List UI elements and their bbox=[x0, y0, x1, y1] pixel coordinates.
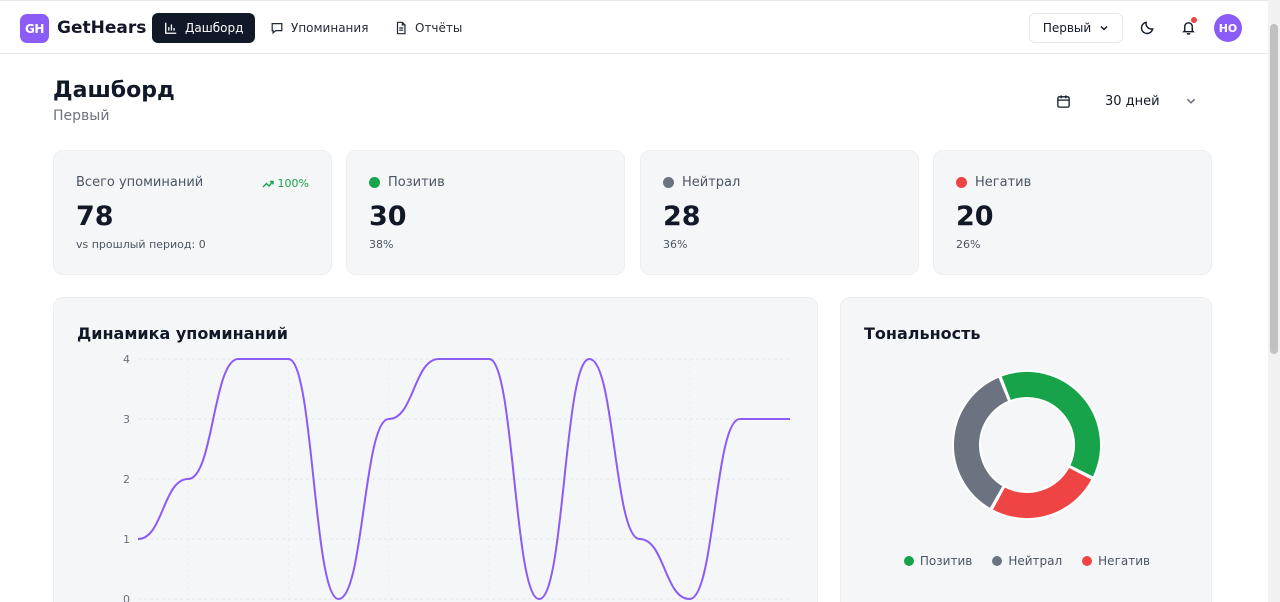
stat-positive-percent: 38% bbox=[369, 238, 394, 251]
y-tick-label: 0 bbox=[123, 593, 130, 602]
chevron-down-icon bbox=[1186, 98, 1196, 104]
stat-total-value: 78 bbox=[76, 201, 114, 232]
document-icon bbox=[396, 21, 406, 35]
stat-negative-percent: 26% bbox=[956, 238, 981, 251]
nav-reports-label: Отчёты bbox=[415, 21, 463, 35]
stat-total-sub: vs прошлый период: 0 bbox=[76, 238, 206, 251]
scrollbar-thumb[interactable] bbox=[1270, 24, 1278, 354]
legend-negative-dot bbox=[1082, 556, 1093, 566]
dynamics-chart-card: Динамика упоминаний 01234 bbox=[53, 297, 818, 602]
project-select-value: Первый bbox=[1042, 21, 1092, 35]
legend-positive-dot bbox=[903, 556, 914, 566]
stat-negative-label: Негатив bbox=[975, 175, 1032, 190]
negative-dot bbox=[956, 177, 967, 188]
chevron-down-icon bbox=[1100, 25, 1108, 31]
mentions-line-chart: 0 1 2 3 4 bbox=[123, 353, 790, 602]
legend-positive-label: Позитив bbox=[919, 554, 973, 568]
legend-item-positive[interactable]: Позитив bbox=[903, 554, 973, 568]
stat-positive-label: Позитив bbox=[388, 175, 445, 190]
moon-icon bbox=[1140, 20, 1154, 34]
page-title: Дашборд bbox=[53, 78, 175, 103]
donut-slice-Негатив[interactable] bbox=[990, 465, 1095, 520]
trend-badge: 100% bbox=[262, 177, 309, 190]
notifications-button[interactable] bbox=[1178, 17, 1198, 37]
stat-neutral-value: 28 bbox=[663, 201, 701, 232]
stat-neutral-percent: 36% bbox=[663, 238, 688, 251]
y-tick-label: 2 bbox=[123, 473, 130, 486]
message-icon bbox=[271, 23, 283, 35]
period-select[interactable]: 30 дней bbox=[1050, 88, 1210, 116]
legend-neutral-dot bbox=[992, 556, 1003, 566]
notification-dot bbox=[1191, 17, 1197, 23]
calendar-icon bbox=[1057, 95, 1070, 108]
tonality-legend: Позитив Нейтрал Негатив bbox=[841, 554, 1213, 568]
donut-slice-Нейтрал[interactable] bbox=[952, 375, 1011, 511]
stat-card-positive: Позитив 30 38% bbox=[346, 150, 625, 275]
legend-neutral-label: Нейтрал bbox=[1008, 554, 1063, 568]
page-scrollbar[interactable] bbox=[1268, 0, 1280, 602]
project-select[interactable]: Первый bbox=[1029, 13, 1123, 43]
nav-reports[interactable]: Отчёты bbox=[382, 13, 474, 43]
stat-positive-value: 30 bbox=[369, 201, 407, 232]
legend-item-neutral[interactable]: Нейтрал bbox=[992, 554, 1062, 568]
tonality-donut-chart bbox=[952, 370, 1102, 520]
avatar[interactable]: НО bbox=[1214, 14, 1242, 42]
neutral-dot bbox=[663, 177, 674, 188]
bar-chart-icon bbox=[165, 22, 177, 34]
stat-card-neutral: Нейтрал 28 36% bbox=[640, 150, 919, 275]
positive-dot bbox=[369, 177, 380, 188]
nav-dashboard-label: Дашборд bbox=[185, 21, 244, 35]
legend-negative-label: Негатив bbox=[1098, 554, 1151, 568]
nav-mentions-label: Упоминания bbox=[291, 21, 369, 35]
stat-card-negative: Негатив 20 26% bbox=[933, 150, 1212, 275]
stat-total-label: Всего упоминаний bbox=[76, 175, 204, 190]
theme-toggle-button[interactable] bbox=[1137, 17, 1157, 37]
stat-card-total: Всего упоминаний 100% 78 vs прошлый пери… bbox=[53, 150, 332, 275]
period-select-value: 30 дней bbox=[1105, 94, 1160, 109]
trending-up-icon bbox=[262, 180, 274, 187]
trend-value: 100% bbox=[277, 177, 309, 190]
nav-mentions[interactable]: Упоминания bbox=[258, 13, 380, 43]
y-tick-label: 1 bbox=[123, 533, 130, 546]
y-tick-label: 4 bbox=[123, 353, 130, 366]
tonality-chart-card: Тональность Позитив Нейтрал Негатив bbox=[840, 297, 1212, 602]
top-navbar: GH GetHears Дашборд Упоминания Отчёты Пе… bbox=[0, 0, 1268, 54]
stat-neutral-label: Нейтрал bbox=[682, 175, 741, 190]
nav-dashboard[interactable]: Дашборд bbox=[152, 13, 256, 43]
logo-badge[interactable]: GH bbox=[20, 14, 49, 43]
legend-item-negative[interactable]: Негатив bbox=[1082, 554, 1150, 568]
donut-slice-Позитив[interactable] bbox=[999, 370, 1102, 480]
y-tick-label: 3 bbox=[123, 413, 130, 426]
stat-negative-value: 20 bbox=[956, 201, 994, 232]
app-name[interactable]: GetHears bbox=[57, 18, 146, 38]
page-subtitle: Первый bbox=[53, 108, 110, 124]
